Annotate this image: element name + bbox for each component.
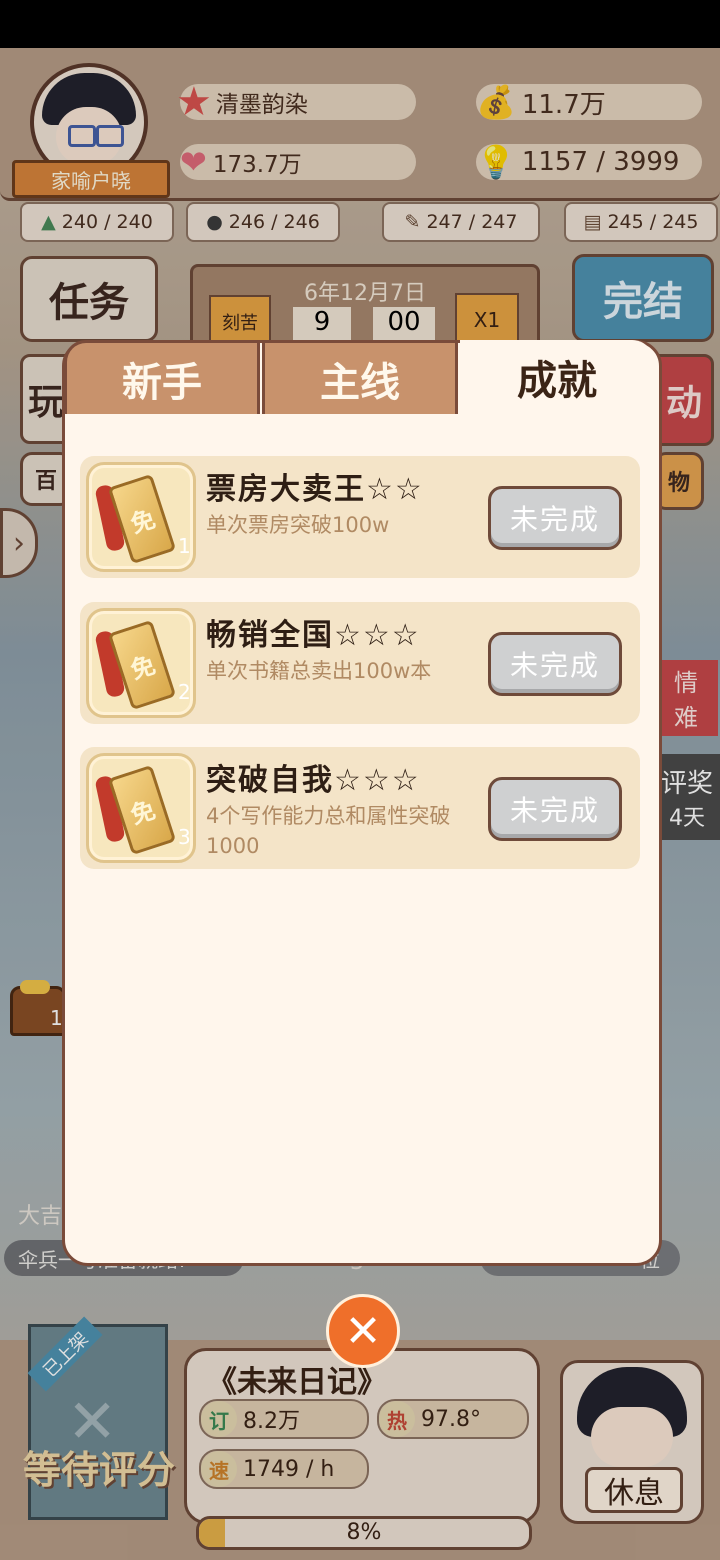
card-index: 2 bbox=[178, 680, 191, 704]
tab-newbie[interactable]: 新手 bbox=[64, 340, 260, 414]
status-button[interactable]: 未完成 bbox=[488, 486, 622, 550]
tab-mainline[interactable]: 主线 bbox=[262, 340, 458, 414]
achievement-name: 畅销全国☆☆☆ bbox=[206, 618, 421, 653]
achievement-desc: 单次书籍总卖出100w本 bbox=[206, 659, 432, 683]
achievement-card: 免 1 票房大卖王☆☆ 单次票房突破100w 未完成 bbox=[80, 456, 640, 578]
close-icon[interactable]: ✕ bbox=[326, 1294, 400, 1368]
tab-achievement[interactable]: 成就 bbox=[460, 340, 654, 414]
achievement-card: 免 2 畅销全国☆☆☆ 单次书籍总卖出100w本 未完成 bbox=[80, 602, 640, 724]
achievement-name: 突破自我☆☆☆ bbox=[206, 763, 421, 798]
achievement-desc: 单次票房突破100w bbox=[206, 513, 390, 537]
achievement-desc: 4个写作能力总和属性突破1000 bbox=[206, 804, 451, 858]
achievement-card: 免 3 突破自我☆☆☆ 4个写作能力总和属性突破1000 未完成 bbox=[80, 747, 640, 869]
card-index: 1 bbox=[178, 534, 191, 558]
status-button[interactable]: 未完成 bbox=[488, 777, 622, 841]
achievement-name: 票房大卖王☆☆ bbox=[206, 472, 424, 507]
card-index: 3 bbox=[178, 825, 191, 849]
status-button[interactable]: 未完成 bbox=[488, 632, 622, 696]
